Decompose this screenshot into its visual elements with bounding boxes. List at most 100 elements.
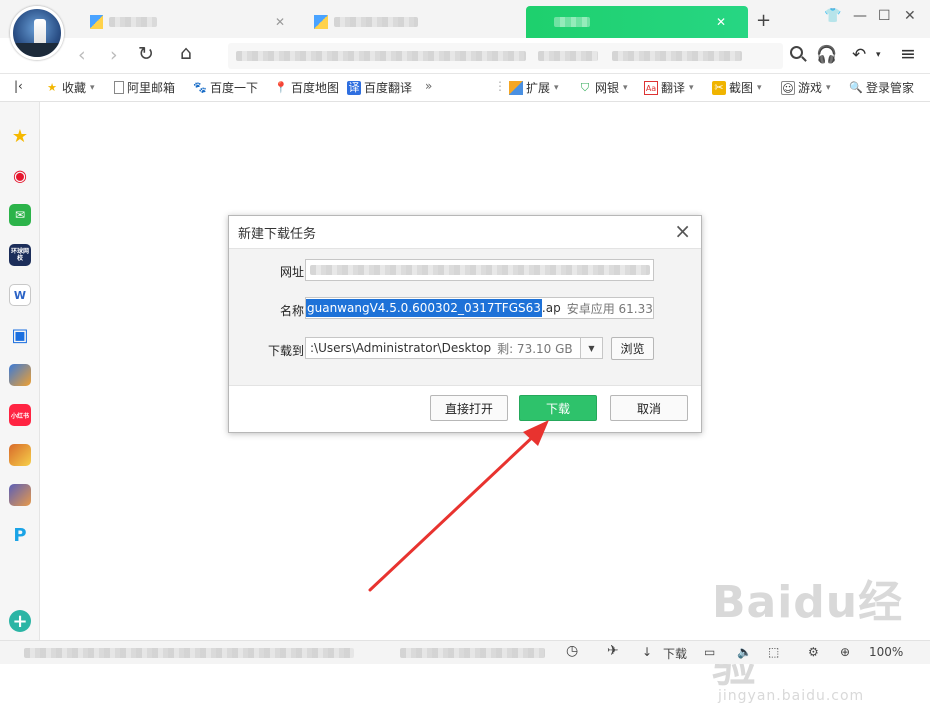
page-icon — [114, 81, 124, 94]
pin-icon[interactable]: ✈ — [607, 643, 619, 659]
watermark-url: jingyan.baidu.com — [718, 688, 865, 704]
games-menu[interactable]: ☺ 游戏 ▾ — [781, 79, 831, 96]
news-icon[interactable]: 环球网校 — [9, 244, 31, 266]
chevron-down-icon: ▾ — [826, 82, 831, 93]
mail-icon[interactable]: ✉ — [9, 204, 31, 226]
screenshot-icon: ✂ — [712, 80, 726, 95]
screen-icon[interactable]: ▭ — [704, 645, 715, 659]
sidebar: ★ ◉ ✉ 环球网校 W ▣ 小红书 P + — [0, 102, 40, 642]
tab-close-icon[interactable]: ✕ — [716, 15, 726, 29]
map-pin-icon: 📍 — [274, 80, 288, 94]
blurred-url — [538, 51, 598, 61]
blurred-tab-title — [108, 17, 157, 27]
minimize-button[interactable]: — — [853, 8, 867, 24]
download-arrow-icon[interactable]: ↓ — [642, 645, 652, 659]
extension-icon — [509, 80, 523, 95]
bookmark-baidu-translate[interactable]: 译 百度翻译 — [347, 79, 412, 96]
url-field[interactable] — [305, 259, 654, 281]
document-icon[interactable]: W — [9, 284, 31, 306]
avatar[interactable] — [10, 6, 64, 60]
screenshot-menu[interactable]: ✂ 截图 ▾ — [712, 79, 762, 96]
save-path: :\Users\Administrator\Desktop — [310, 341, 492, 355]
undo-icon[interactable]: ↶ — [852, 45, 866, 65]
refresh-icon[interactable]: ↻ — [138, 43, 154, 65]
blurred-url — [612, 51, 742, 61]
skin-icon[interactable]: 👕 — [824, 8, 841, 24]
bookmark-baidu-map[interactable]: 📍 百度地图 — [274, 79, 339, 96]
chevron-down-icon: ▾ — [623, 82, 628, 93]
extensions-menu[interactable]: 扩展 ▾ — [509, 79, 559, 96]
sidebar-toggle-icon[interactable]: |‹ — [14, 79, 23, 93]
bookmark-ali-mail[interactable]: 阿里邮箱 — [114, 79, 175, 96]
translate-box-icon: Aa — [644, 80, 658, 95]
back-button[interactable]: ‹ — [78, 44, 86, 66]
speed-icon[interactable]: ◷ — [566, 643, 578, 659]
blurred-url — [310, 265, 650, 275]
open-directly-button[interactable]: 直接打开 — [430, 395, 508, 421]
blurred-url — [236, 51, 526, 61]
game-app-icon[interactable] — [9, 364, 31, 386]
status-bar: ◷ ✈ ↓ 下载 ▭ 🔈 ⬚ ⚙ ⊕ 100% — [0, 640, 930, 664]
download-button[interactable]: 下载 — [519, 395, 597, 421]
online-bank-menu[interactable]: ⛉ 网银 ▾ — [578, 79, 628, 96]
chat-icon[interactable]: ▣ — [9, 324, 31, 346]
bookmarks-bar: |‹ ★ 收藏 ▾ 阿里邮箱 🐾 百度一下 📍 百度地图 译 百度翻译 » ⋮ 扩… — [0, 74, 930, 102]
bookmark-baidu[interactable]: 🐾 百度一下 — [193, 79, 258, 96]
chevron-down-icon[interactable]: ▼ — [580, 338, 602, 358]
filename-field[interactable]: guanwangV4.5.0.600302_0317TFGS63 .ap 安卓应用… — [305, 297, 654, 319]
forward-button[interactable]: › — [110, 44, 118, 66]
add-app-icon[interactable]: + — [9, 610, 31, 632]
star-icon: ★ — [47, 80, 57, 94]
settings-icon[interactable]: ⚙ — [808, 645, 819, 659]
p-app-icon[interactable]: P — [9, 524, 31, 546]
tab-close-icon[interactable]: ✕ — [275, 15, 285, 29]
blurred-status-text — [24, 648, 354, 658]
tab-1[interactable]: ✕ — [80, 6, 295, 38]
maximize-button[interactable]: ☐ — [878, 8, 891, 24]
tab-strip: ✕ ✕ + 👕 — ☐ ✕ — [0, 0, 930, 60]
blurred-tab-title — [334, 17, 418, 27]
tab-2[interactable] — [304, 6, 519, 38]
weibo-icon[interactable]: ◉ — [9, 164, 31, 186]
blurred-tab-title — [554, 17, 590, 27]
bookmark-favorites[interactable]: ★ 收藏 ▾ — [45, 79, 94, 96]
watermark: Baidu经验 jingyan.baidu.com — [712, 566, 930, 704]
zoom-level[interactable]: 100% — [869, 645, 903, 659]
browse-button[interactable]: 浏览 — [611, 337, 654, 360]
translate-menu[interactable]: Aa 翻译 ▾ — [644, 79, 694, 96]
search-icon[interactable] — [790, 46, 803, 59]
xiaohongshu-icon[interactable]: 小红书 — [9, 404, 31, 426]
chevron-down-icon: ▾ — [757, 82, 762, 93]
address-bar[interactable] — [228, 43, 783, 69]
save-path-select[interactable]: :\Users\Administrator\Desktop 剩: 73.10 G… — [305, 337, 603, 359]
zoom-icon[interactable]: ⊕ — [840, 645, 850, 659]
arrow-shaft — [368, 430, 540, 592]
new-tab-button[interactable]: + — [756, 10, 771, 31]
new-download-dialog: 新建下载任务 × 网址： 名称： guanwangV4.5.0.600302_0… — [228, 215, 702, 433]
login-manager[interactable]: 🔍 登录管家 — [849, 79, 914, 96]
downloads-link[interactable]: 下载 — [663, 645, 687, 662]
star-icon[interactable]: ★ — [9, 125, 31, 147]
disk-space: 剩: 73.10 GB — [497, 341, 573, 356]
cancel-button[interactable]: 取消 — [610, 395, 688, 421]
game-app-icon-3[interactable] — [9, 484, 31, 506]
dialog-body: 网址： 名称： guanwangV4.5.0.600302_0317TFGS63… — [229, 248, 701, 386]
menu-icon[interactable]: ≡ — [900, 43, 916, 65]
bank-icon: ⛉ — [580, 80, 590, 94]
chevron-down-icon[interactable]: ▾ — [876, 50, 881, 60]
filename-selected-text: guanwangV4.5.0.600302_0317TFGS63 — [306, 299, 542, 317]
chevron-down-icon: ▾ — [554, 82, 559, 93]
translate-icon: 译 — [347, 80, 361, 95]
tab-active[interactable]: ✕ — [526, 6, 748, 38]
more-bookmarks-button[interactable]: » — [425, 79, 432, 93]
watermark-logo: Baidu经验 — [712, 577, 904, 692]
close-icon[interactable]: × — [674, 219, 691, 243]
volume-icon[interactable]: 🔈 — [737, 645, 752, 659]
blurred-status-text — [400, 648, 545, 658]
headphones-icon[interactable]: 🎧 — [816, 45, 837, 65]
home-icon[interactable]: ⌂ — [180, 42, 192, 64]
close-window-button[interactable]: ✕ — [904, 8, 916, 24]
game-app-icon-2[interactable] — [9, 444, 31, 466]
filename-extension: .ap — [541, 301, 561, 315]
image-icon[interactable]: ⬚ — [768, 645, 779, 659]
